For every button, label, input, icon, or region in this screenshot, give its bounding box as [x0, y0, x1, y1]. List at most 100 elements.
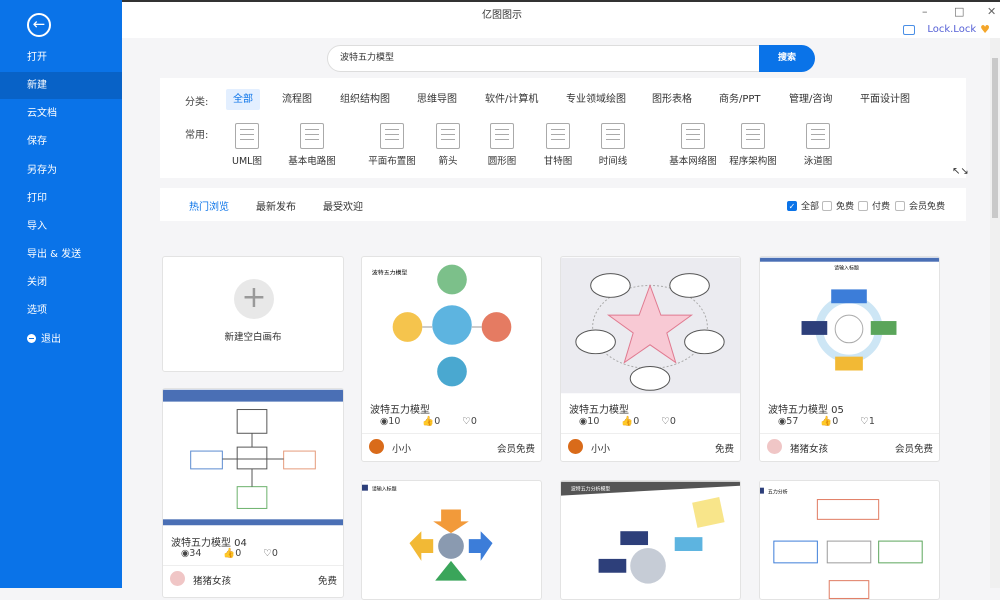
diagram-type-label: 泳道图 [803, 156, 833, 167]
vip-badge-icon: ♥ [980, 23, 990, 36]
eye-icon: ◉10 [579, 416, 600, 427]
diagram-type-icon [601, 123, 625, 149]
category-2[interactable]: 组织结构图 [333, 89, 397, 110]
divider [362, 433, 541, 434]
tab-latest[interactable]: 最新发布 [256, 198, 296, 213]
category-3[interactable]: 思维导图 [410, 89, 464, 110]
template-card[interactable]: 波特五力模型 04 ◉34 👍0 ♡0 猪猪女孩 免费 [162, 388, 344, 598]
template-card[interactable]: 请输入标题 波特五力模型 05 ◉57 👍0 ♡1 猪猪女孩 会员免费 [759, 256, 940, 462]
diagram-type-icon [436, 123, 460, 149]
category-5[interactable]: 专业领域绘图 [559, 89, 633, 110]
common-diagram-8[interactable]: 程序架构图 [718, 123, 788, 167]
checkbox-checked[interactable]: ✓ [787, 200, 797, 211]
diagram-type-icon [806, 123, 830, 149]
filter-label: 免费 [836, 202, 855, 212]
sidebar-item-save-as[interactable]: 另存为 [0, 157, 122, 184]
common-diagram-6[interactable]: 时间线 [578, 123, 648, 167]
author-name[interactable]: 猪猪女孩 [193, 573, 231, 587]
new-blank-label: 新建空白画布 [224, 332, 282, 343]
app-title: 亿图图示 [482, 10, 522, 21]
sidebar-item-exit[interactable]: 退出 [0, 326, 122, 353]
minimize-icon[interactable]: – [922, 5, 928, 18]
search-input[interactable]: 波特五力模型 [327, 45, 760, 72]
arrow-left-circle-icon[interactable]: ← [27, 13, 51, 37]
common-diagram-0[interactable]: UML图 [212, 123, 282, 167]
checkbox[interactable] [858, 200, 868, 211]
exit-label: 退出 [41, 334, 61, 345]
divider [163, 565, 343, 566]
common-diagram-9[interactable]: 泳道图 [783, 123, 853, 167]
divider [561, 433, 740, 434]
avatar [369, 439, 384, 454]
message-icon[interactable] [903, 24, 916, 35]
diagram-type-label: 圆形图 [487, 156, 517, 167]
price-badge: 会员免费 [496, 444, 535, 455]
tab-popular[interactable]: 最受欢迎 [323, 198, 363, 213]
category-9[interactable]: 平面设计图 [853, 89, 917, 110]
diagram-type-label: 程序架构图 [729, 156, 777, 167]
category-7[interactable]: 商务/PPT [712, 89, 768, 110]
heart-icon[interactable]: ♡0 [263, 548, 278, 559]
diagram-type-icon [380, 123, 404, 149]
common-label: 常用: [185, 130, 209, 141]
thumb-up-icon[interactable]: 👍0 [621, 416, 639, 427]
category-label: 分类: [185, 97, 209, 108]
filter-all[interactable]: ✓ 全部 [787, 199, 819, 212]
thumb-up-icon[interactable]: 👍0 [422, 416, 440, 427]
price-badge: 免费 [317, 576, 337, 587]
author-name[interactable]: 小小 [392, 441, 411, 455]
scrollbar[interactable] [990, 38, 1000, 588]
diagram-type-label: 时间线 [598, 156, 628, 167]
category-4[interactable]: 软件/计算机 [478, 89, 545, 110]
diagram-type-icon [235, 123, 259, 149]
template-card[interactable]: 请输入标题 [361, 480, 542, 600]
svg-text:波特五力模型: 波特五力模型 [372, 269, 408, 277]
sidebar-item-open[interactable]: 打开 [0, 44, 122, 71]
sidebar-item-save[interactable]: 保存 [0, 128, 122, 155]
tab-hot[interactable]: 热门浏览 [189, 198, 229, 213]
category-1[interactable]: 流程图 [275, 89, 319, 110]
template-card[interactable]: 波特五力分析模型 [560, 480, 741, 600]
sidebar-item-import[interactable]: 导入 [0, 213, 122, 240]
price-badge: 免费 [714, 444, 734, 455]
sidebar-item-cloud[interactable]: 云文档 [0, 100, 122, 127]
thumb-up-icon[interactable]: 👍0 [223, 548, 241, 559]
heart-icon[interactable]: ♡0 [661, 416, 676, 427]
filter-free[interactable]: 免费 [822, 199, 854, 212]
template-card[interactable]: 波特五力模型 波特五力模型 ◉10 👍0 ♡0 小小 会员免费 [361, 256, 542, 462]
heart-icon[interactable]: ♡0 [462, 416, 477, 427]
maximize-icon[interactable]: □ [954, 5, 964, 18]
sidebar-item-close[interactable]: 关闭 [0, 269, 122, 296]
plus-icon: + [234, 279, 274, 319]
new-blank-canvas-card[interactable]: + 新建空白画布 [162, 256, 344, 372]
sidebar-item-new[interactable]: 新建 [0, 72, 122, 99]
expand-icon[interactable]: ↖↘ [952, 166, 969, 177]
checkbox[interactable] [822, 200, 832, 211]
author-name[interactable]: 猪猪女孩 [790, 441, 828, 455]
user-area[interactable]: Lock.Lock ♥ [903, 23, 990, 36]
author-name[interactable]: 小小 [591, 441, 610, 455]
card-stats: ◉34 👍0 ♡0 [181, 548, 278, 559]
sidebar-item-options[interactable]: 选项 [0, 297, 122, 324]
username[interactable]: Lock.Lock [927, 24, 976, 35]
sidebar-item-export[interactable]: 导出 & 发送 [0, 241, 122, 268]
close-icon[interactable]: ✕ [987, 5, 996, 18]
scrollbar-thumb[interactable] [992, 58, 998, 218]
category-8[interactable]: 管理/咨询 [782, 89, 839, 110]
sidebar-item-print[interactable]: 打印 [0, 185, 122, 212]
template-thumbnail: 波特五力分析模型 [561, 481, 740, 584]
category-6[interactable]: 图形表格 [645, 89, 699, 110]
search-button[interactable]: 搜索 [759, 45, 815, 72]
common-diagram-1[interactable]: 基本电路图 [277, 123, 347, 167]
filter-paid[interactable]: 付费 [858, 199, 890, 212]
diagram-type-icon [490, 123, 514, 149]
template-card[interactable]: 波特五力模型 ◉10 👍0 ♡0 小小 免费 [560, 256, 741, 462]
category-0[interactable]: 全部 [226, 89, 260, 110]
filter-member-free[interactable]: 会员免费 [895, 199, 945, 212]
checkbox[interactable] [895, 200, 905, 211]
template-card[interactable]: 五力分析 [759, 480, 940, 600]
thumb-up-icon[interactable]: 👍0 [820, 416, 838, 427]
card-stats: ◉57 👍0 ♡1 [778, 416, 875, 427]
heart-icon[interactable]: ♡1 [860, 416, 875, 427]
card-stats: ◉10 👍0 ♡0 [579, 416, 676, 427]
